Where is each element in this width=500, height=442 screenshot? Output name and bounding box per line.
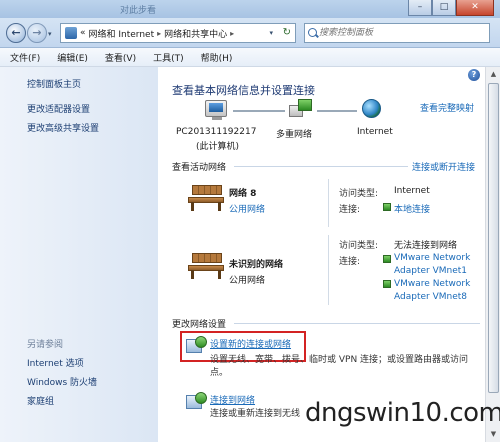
control-panel-icon — [65, 27, 77, 39]
internet-label: Internet — [357, 127, 393, 137]
address-bar[interactable]: « 网络和 Internet ▸ 网络和共享中心 ▸ ▾ ↻ — [60, 23, 296, 43]
public-network-bench-icon — [188, 253, 224, 279]
refresh-icon[interactable]: ↻ — [283, 27, 291, 38]
internet-globe-icon — [362, 99, 381, 118]
search-input[interactable] — [305, 24, 465, 42]
search-icon — [308, 28, 317, 37]
connect-to-network-link[interactable]: 连接到网络 — [210, 393, 255, 406]
section-divider — [234, 323, 480, 324]
scroll-down-icon[interactable]: ▼ — [487, 428, 500, 441]
computer-name-label: PC201311192217 — [176, 127, 257, 137]
left-pane: 控制面板主页 更改适配器设置 更改高级共享设置 另请参阅 Internet 选项… — [0, 67, 158, 442]
title-bar: 对此步看 – □ ✕ — [0, 0, 500, 18]
menu-view[interactable]: 查看(V) — [105, 51, 136, 64]
network-name: 未识别的网络 — [229, 260, 284, 270]
connections-label: 连接: — [339, 205, 361, 215]
access-type-label: 访问类型: — [339, 241, 379, 251]
vmnet1-link[interactable]: VMware Network — [394, 253, 470, 263]
setup-new-connection-description: 点。 — [210, 368, 229, 378]
change-advanced-sharing-link[interactable]: 更改高级共享设置 — [27, 121, 99, 134]
windows-firewall-link[interactable]: Windows 防火墙 — [27, 375, 97, 388]
menu-file[interactable]: 文件(F) — [10, 51, 40, 64]
active-networks-title: 查看活动网络 — [172, 163, 227, 173]
connect-network-icon — [186, 392, 207, 410]
connections-label: 连接: — [339, 257, 361, 267]
computer-icon — [205, 100, 227, 120]
computer-note-label: (此计算机) — [196, 142, 240, 152]
connect-disconnect-link[interactable]: 连接或断开连接 — [412, 160, 475, 173]
homegroup-link[interactable]: 家庭组 — [27, 394, 54, 407]
window-controls: – □ ✕ — [408, 0, 494, 16]
help-icon[interactable]: ? — [468, 69, 480, 81]
change-settings-title: 更改网络设置 — [172, 320, 227, 330]
close-button[interactable]: ✕ — [456, 0, 494, 16]
vmnet1-link[interactable]: Adapter VMnet1 — [394, 266, 467, 276]
watermark-text: dngswin10.com — [305, 398, 500, 428]
network-type-link[interactable]: 公用网络 — [229, 202, 265, 215]
scrollbar-thumb[interactable] — [488, 83, 499, 393]
network-divider — [328, 179, 329, 227]
vmnet8-link[interactable]: Adapter VMnet8 — [394, 292, 467, 302]
vertical-scrollbar[interactable]: ▲ ▼ — [485, 67, 500, 442]
address-overflow[interactable]: « — [80, 28, 86, 38]
breadcrumb-network-internet[interactable]: 网络和 Internet — [89, 27, 155, 40]
search-box[interactable] — [304, 23, 490, 43]
network-type: 公用网络 — [229, 276, 266, 286]
adapter-icon — [383, 203, 391, 211]
local-connection-link[interactable]: 本地连接 — [394, 202, 430, 215]
breadcrumb-separator-icon[interactable]: ▸ — [157, 29, 161, 38]
breadcrumb-network-sharing-center[interactable]: 网络和共享中心 — [164, 27, 227, 40]
public-network-bench-icon — [188, 185, 224, 211]
breadcrumb-separator-icon[interactable]: ▸ — [230, 29, 234, 38]
navigation-bar: ← → ▾ « 网络和 Internet ▸ 网络和共享中心 ▸ ▾ ↻ — [0, 18, 500, 48]
access-type-value: 无法连接到网络 — [394, 241, 458, 251]
control-panel-home-link[interactable]: 控制面板主页 — [27, 77, 81, 90]
recent-pages-dropdown-icon[interactable]: ▾ — [48, 30, 56, 38]
change-adapter-settings-link[interactable]: 更改适配器设置 — [27, 102, 90, 115]
vmnet8-link[interactable]: VMware Network — [394, 279, 470, 289]
address-dropdown-icon[interactable]: ▾ — [269, 29, 273, 37]
menu-help[interactable]: 帮助(H) — [201, 51, 233, 64]
adapter-icon — [383, 255, 391, 263]
adapter-icon — [383, 280, 391, 288]
minimize-button[interactable]: – — [408, 0, 432, 16]
access-type-value: Internet — [394, 186, 430, 196]
view-full-map-link[interactable]: 查看完整映射 — [420, 101, 474, 114]
map-connector — [317, 110, 357, 112]
multiple-networks-label: 多重网络 — [276, 130, 313, 140]
page-title: 查看基本网络信息并设置连接 — [172, 84, 315, 97]
see-also-title: 另请参阅 — [27, 340, 64, 350]
access-type-label: 访问类型: — [339, 189, 379, 199]
back-button[interactable]: ← — [6, 23, 26, 43]
network-name: 网络 8 — [229, 189, 257, 199]
menu-tools[interactable]: 工具(T) — [153, 51, 184, 64]
setup-new-connection-description: 设置无线、宽带、拨号、临时或 VPN 连接；或设置路由器或访问 — [210, 355, 469, 365]
scroll-up-icon[interactable]: ▲ — [487, 68, 500, 81]
main-content: ? 查看基本网络信息并设置连接 查看完整映射 PC201311192217 (此… — [158, 67, 485, 442]
network-divider — [328, 235, 329, 305]
forward-button[interactable]: → — [27, 23, 47, 43]
menu-bar: 文件(F) 编辑(E) 查看(V) 工具(T) 帮助(H) — [0, 48, 500, 67]
window-title: 对此步看 — [120, 6, 157, 16]
multiple-networks-icon — [289, 99, 312, 117]
connect-to-network-description: 连接或重新连接到无线 — [210, 409, 301, 419]
menu-edit[interactable]: 编辑(E) — [57, 51, 88, 64]
section-divider — [234, 166, 408, 167]
map-connector — [233, 110, 285, 112]
internet-options-link[interactable]: Internet 选项 — [27, 356, 84, 369]
maximize-button[interactable]: □ — [432, 0, 456, 16]
